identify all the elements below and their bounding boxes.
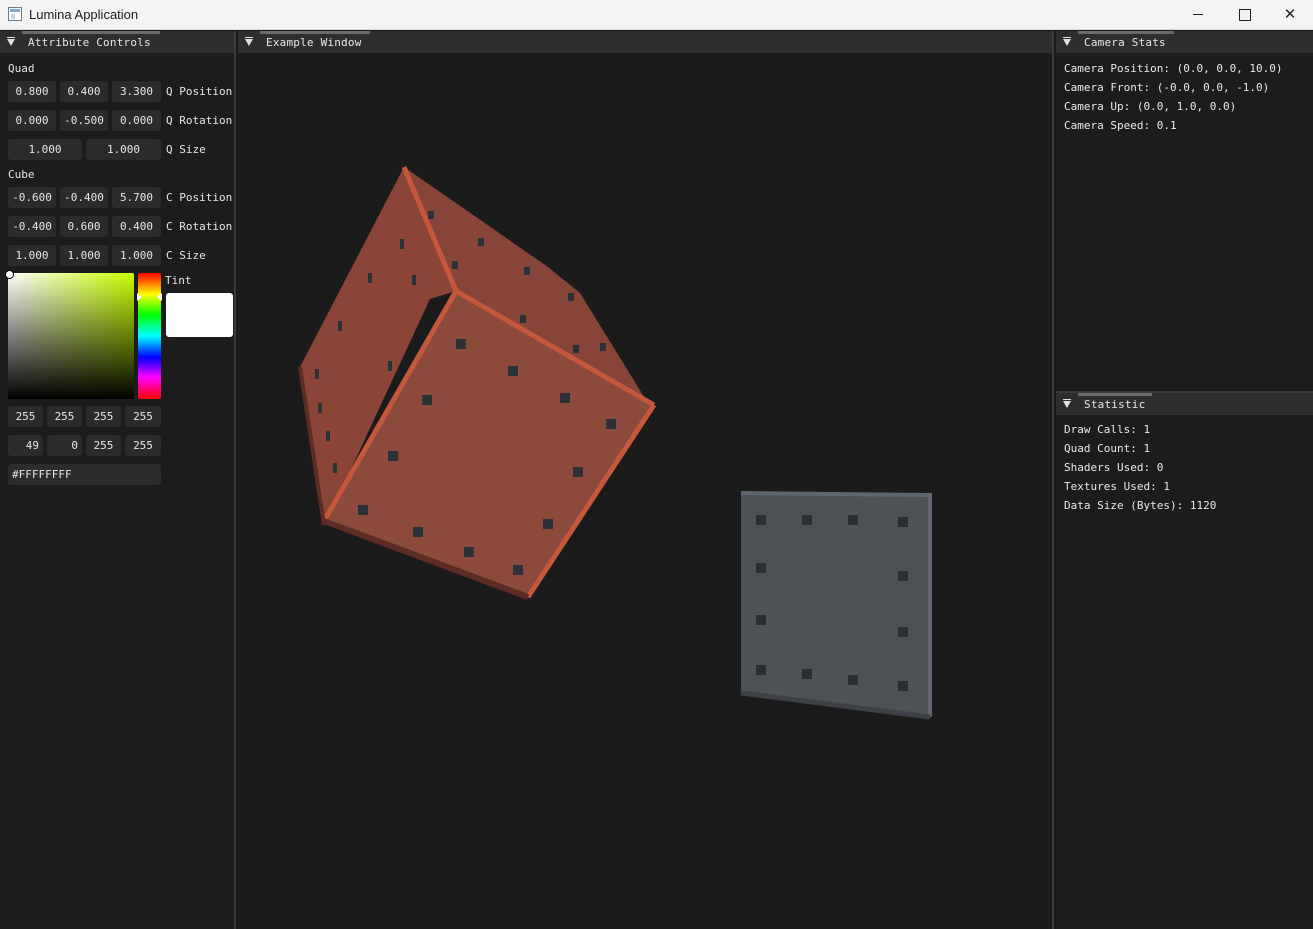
tint-alpha-input[interactable]: 255: [125, 435, 161, 456]
panel-header[interactable]: Camera Stats: [1056, 31, 1313, 53]
tint-b-input[interactable]: 255: [86, 406, 121, 427]
picker-cursor[interactable]: [5, 270, 14, 279]
q-size-label: Q Size: [166, 143, 206, 156]
c-position-y-input[interactable]: -0.400: [60, 187, 108, 208]
tint-v-input[interactable]: 255: [86, 435, 121, 456]
attribute-controls-panel: Attribute Controls Quad 0.800 0.400 3.30…: [0, 31, 236, 929]
c-size-label: C Size: [166, 249, 206, 262]
q-position-y-input[interactable]: 0.400: [60, 81, 108, 102]
example-window-panel: Example Window: [238, 31, 1054, 929]
tint-label: Tint: [165, 274, 192, 287]
c-size-x-input[interactable]: 1.000: [8, 245, 56, 266]
tint-s-input[interactable]: 0: [47, 435, 82, 456]
panel-tab-strip: [1078, 31, 1174, 34]
textures-used-text: Textures Used: 1: [1064, 480, 1170, 493]
panel-tab-strip: [1078, 393, 1152, 396]
q-position-z-input[interactable]: 3.300: [112, 81, 161, 102]
hue-slider[interactable]: [138, 273, 161, 399]
window-title: Lumina Application: [29, 7, 139, 22]
q-position-x-input[interactable]: 0.800: [8, 81, 56, 102]
panel-tab-strip: [260, 31, 370, 34]
camera-up-text: Camera Up: (0.0, 1.0, 0.0): [1064, 100, 1237, 113]
panel-tab-strip: [22, 31, 160, 34]
q-rotation-z-input[interactable]: 0.000: [112, 110, 161, 131]
q-rotation-x-input[interactable]: 0.000: [8, 110, 56, 131]
c-rotation-label: C Rotation: [166, 220, 233, 233]
quad-count-text: Quad Count: 1: [1064, 442, 1151, 455]
q-size-y-input[interactable]: 1.000: [86, 139, 161, 160]
c-rotation-x-input[interactable]: -0.400: [8, 216, 56, 237]
quad-section-label: Quad: [8, 62, 35, 75]
maximize-button[interactable]: [1221, 0, 1267, 29]
tint-hex-input[interactable]: #FFFFFFFF: [8, 464, 161, 485]
collapse-arrow-icon[interactable]: [7, 37, 15, 46]
c-position-z-input[interactable]: 5.700: [112, 187, 161, 208]
collapse-arrow-icon[interactable]: [1063, 399, 1071, 408]
shaders-used-text: Shaders Used: 0: [1064, 461, 1164, 474]
q-rotation-y-input[interactable]: -0.500: [60, 110, 108, 131]
close-button[interactable]: ✕: [1267, 0, 1313, 29]
quad-mesh: [740, 491, 932, 720]
hue-marker-right: [157, 293, 162, 301]
tint-color-swatch[interactable]: [166, 293, 233, 337]
panel-title: Camera Stats: [1084, 36, 1166, 49]
data-size-text: Data Size (Bytes): 1120: [1064, 499, 1217, 512]
c-position-x-input[interactable]: -0.600: [8, 187, 56, 208]
panel-title: Attribute Controls: [28, 36, 151, 49]
app-icon: [8, 7, 22, 21]
panel-header[interactable]: Statistic: [1056, 393, 1313, 415]
cube-mesh: [298, 166, 657, 600]
q-position-label: Q Position: [166, 85, 233, 98]
hue-marker-left: [137, 293, 142, 301]
tint-h-input[interactable]: 49: [8, 435, 43, 456]
draw-calls-text: Draw Calls: 1: [1064, 423, 1151, 436]
panel-header[interactable]: Example Window: [238, 31, 1052, 53]
c-rotation-y-input[interactable]: 0.600: [60, 216, 108, 237]
saturation-value-picker[interactable]: [8, 273, 134, 399]
tint-a-input[interactable]: 255: [125, 406, 161, 427]
camera-position-text: Camera Position: (0.0, 0.0, 10.0): [1064, 62, 1283, 75]
panel-header[interactable]: Attribute Controls: [0, 31, 234, 53]
tint-r-input[interactable]: 255: [8, 406, 43, 427]
collapse-arrow-icon[interactable]: [245, 37, 253, 46]
camera-speed-text: Camera Speed: 0.1: [1064, 119, 1177, 132]
cube-section-label: Cube: [8, 168, 35, 181]
minimize-button[interactable]: [1175, 0, 1221, 29]
tint-g-input[interactable]: 255: [47, 406, 82, 427]
q-rotation-label: Q Rotation: [166, 114, 233, 127]
viewport-scene[interactable]: [238, 53, 1054, 929]
window-titlebar: Lumina Application ✕: [0, 0, 1313, 30]
c-size-y-input[interactable]: 1.000: [60, 245, 108, 266]
camera-front-text: Camera Front: (-0.0, 0.0, -1.0): [1064, 81, 1270, 94]
statistic-panel: Statistic Draw Calls: 1 Quad Count: 1 Sh…: [1056, 391, 1313, 929]
c-size-z-input[interactable]: 1.000: [112, 245, 161, 266]
panel-title: Example Window: [266, 36, 362, 49]
panel-title: Statistic: [1084, 398, 1146, 411]
c-rotation-z-input[interactable]: 0.400: [112, 216, 161, 237]
collapse-arrow-icon[interactable]: [1063, 37, 1071, 46]
q-size-x-input[interactable]: 1.000: [8, 139, 82, 160]
camera-stats-panel: Camera Stats Camera Position: (0.0, 0.0,…: [1056, 31, 1313, 389]
c-position-label: C Position: [166, 191, 233, 204]
